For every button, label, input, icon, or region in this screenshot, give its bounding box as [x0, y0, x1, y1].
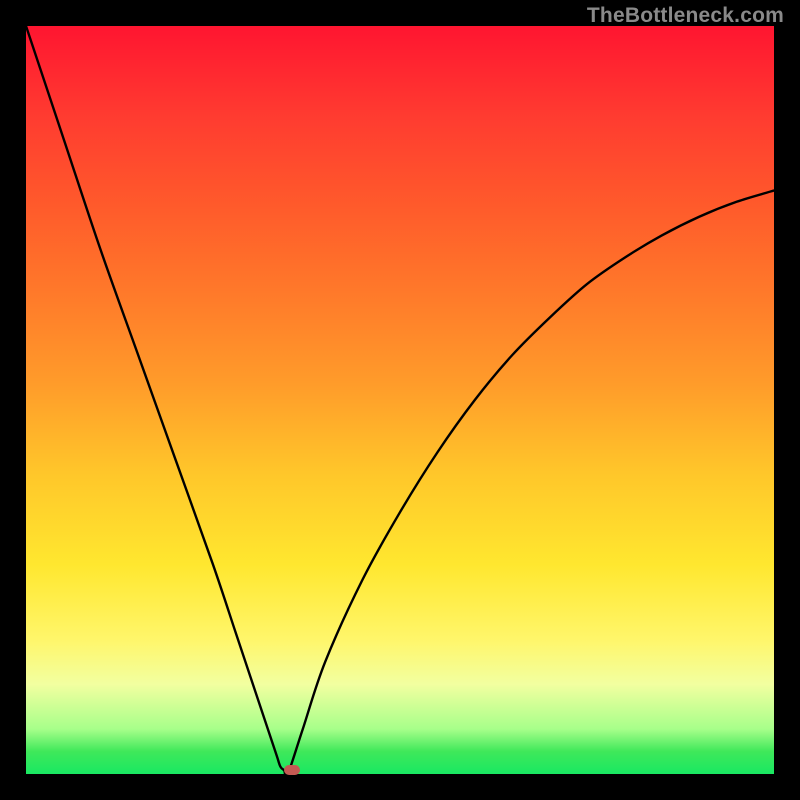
chart-frame: TheBottleneck.com — [0, 0, 800, 800]
minimum-marker — [284, 765, 300, 775]
plot-area — [26, 26, 774, 774]
bottleneck-curve — [26, 26, 774, 774]
watermark-text: TheBottleneck.com — [587, 4, 784, 28]
curve-svg — [26, 26, 774, 774]
